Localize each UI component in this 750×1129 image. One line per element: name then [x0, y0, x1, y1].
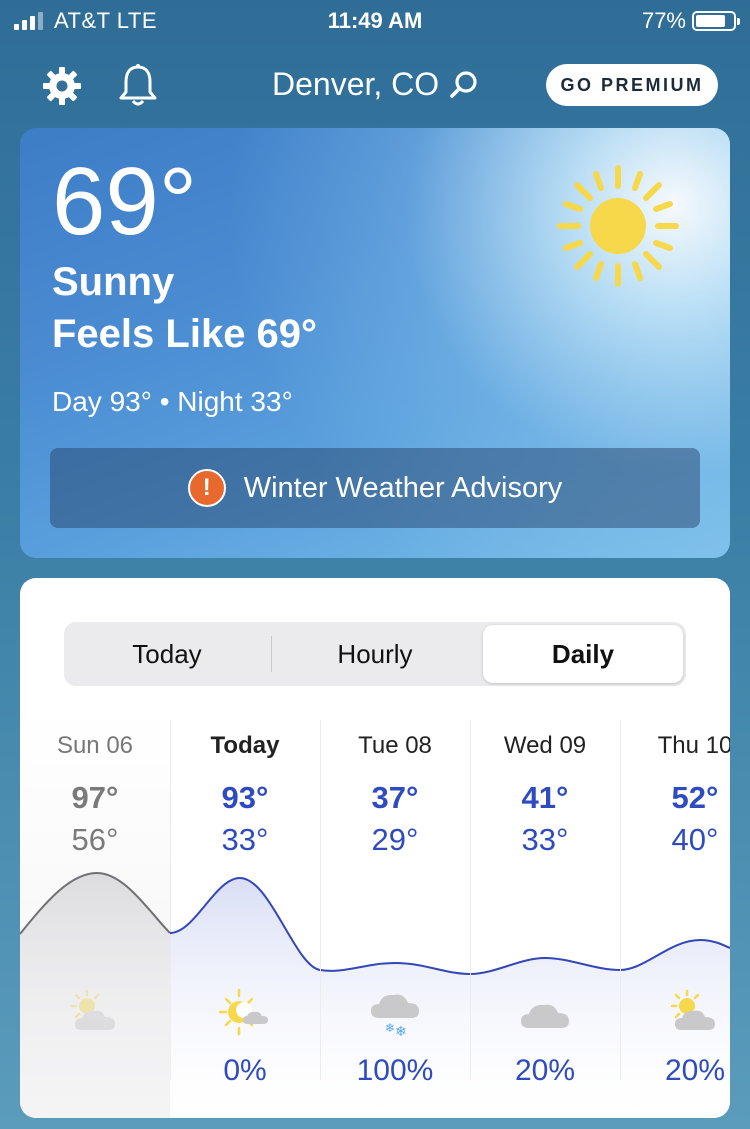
battery-icon	[692, 11, 740, 31]
current-temperature: 69°	[52, 148, 198, 255]
app-header: Denver, CO GO PREMIUM	[0, 56, 750, 116]
daily-forecast-row: Sun 06 97° 56° Today 93° 33° 0% Tue 08 3…	[20, 708, 730, 1118]
tab-hourly[interactable]: Hourly	[275, 625, 475, 683]
gear-icon[interactable]	[38, 62, 86, 110]
daily-item-today[interactable]: Today 93° 33° 0%	[170, 708, 320, 1118]
precip-chance: 20%	[664, 1054, 726, 1087]
daily-item-thu-10[interactable]: Thu 10 52° 40° 20%	[620, 708, 730, 1118]
partly-cloudy-icon	[670, 989, 715, 1030]
day-label: Today	[210, 732, 280, 759]
past-trend-area	[20, 873, 170, 1118]
sun-icon	[557, 165, 679, 287]
condition-phrase: Sunny	[52, 260, 175, 304]
svg-text:❄: ❄	[395, 1024, 407, 1038]
low-temp: 29°	[371, 822, 419, 857]
cloud-icon	[521, 1004, 569, 1028]
search-icon	[450, 70, 477, 98]
low-temp: 33°	[521, 822, 569, 857]
low-temp: 40°	[671, 822, 719, 857]
day-label: Thu 10	[657, 732, 730, 759]
advisory-label: Winter Weather Advisory	[243, 471, 563, 504]
precip-chance: 100%	[356, 1054, 434, 1087]
daily-item-wed-09[interactable]: Wed 09 41° 33° 20%	[470, 708, 620, 1118]
sun-moon-cloud-icon	[218, 988, 268, 1036]
tab-today[interactable]: Today	[67, 625, 267, 683]
high-temp: 37°	[371, 780, 419, 815]
daily-item-tue-08[interactable]: Tue 08 37° 29° ❄ ❄ 100%	[320, 708, 470, 1118]
forecast-card: Today Hourly Daily Sun 06 97° 56° Today …	[20, 578, 730, 1118]
day-night-temps: Day 93° • Night 33°	[52, 386, 293, 417]
current-conditions-card[interactable]: 69° Sunny Feels Like 69° Day 93° • Night…	[20, 128, 730, 558]
go-premium-button[interactable]: GO PREMIUM	[546, 64, 718, 106]
high-temp: 93°	[221, 780, 269, 815]
forecast-tab-bar: Today Hourly Daily	[64, 622, 686, 686]
battery-percent: 77%	[641, 8, 686, 33]
bell-icon[interactable]	[114, 62, 162, 110]
weather-advisory-banner[interactable]: ! Winter Weather Advisory	[50, 448, 700, 528]
precip-chance: 20%	[514, 1054, 576, 1087]
status-time: 11:49 AM	[327, 8, 423, 33]
location-name: Denver, CO	[272, 66, 440, 102]
feels-like: Feels Like 69°	[52, 312, 318, 356]
low-temp: 33°	[221, 822, 269, 857]
day-label: Tue 08	[358, 732, 432, 759]
high-temp: 52°	[671, 780, 719, 815]
location-search[interactable]: Denver, CO	[272, 66, 479, 103]
day-label: Wed 09	[503, 732, 587, 759]
svg-text:❄: ❄	[385, 1021, 395, 1035]
tab-daily[interactable]: Daily	[483, 625, 683, 683]
high-temp: 41°	[521, 780, 569, 815]
status-bar: AT&T LTE 11:49 AM 77%	[0, 0, 750, 44]
alert-icon: !	[187, 469, 226, 507]
precip-chance: 0%	[223, 1054, 267, 1087]
snow-cloud-icon: ❄ ❄	[371, 994, 419, 1038]
